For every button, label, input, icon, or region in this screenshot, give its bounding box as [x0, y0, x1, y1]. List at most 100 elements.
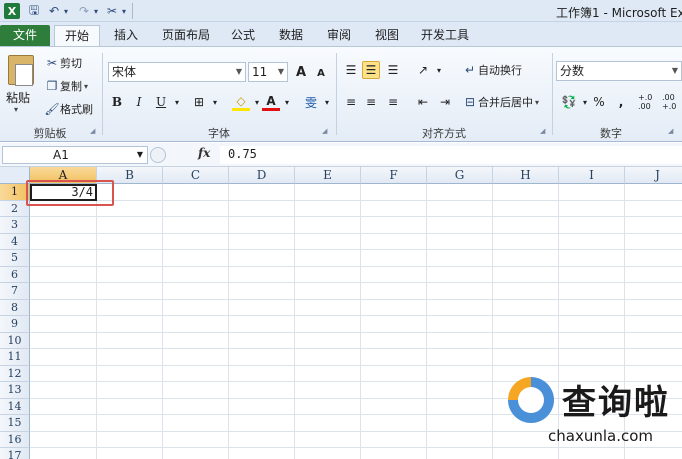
grow-font-button[interactable]: A	[292, 63, 310, 81]
undo-icon[interactable]: ↶	[46, 3, 62, 19]
chevron-down-icon: ▼	[235, 67, 242, 76]
align-right-icon[interactable]: ≡	[384, 93, 402, 111]
row-header-14[interactable]: 14	[0, 398, 30, 415]
font-size-value: 11	[252, 65, 268, 79]
row-header-17[interactable]: 17	[0, 448, 30, 459]
window-title: 工作簿1 - Microsoft Exc	[556, 6, 682, 20]
group-separator	[102, 53, 103, 135]
comma-button[interactable]: ,	[612, 93, 630, 111]
column-header-e[interactable]: E	[295, 167, 361, 184]
grid-hline	[30, 331, 682, 333]
row-header-12[interactable]: 12	[0, 365, 30, 382]
font-color-dropdown-icon[interactable]: ▾	[278, 93, 296, 111]
formula-input[interactable]: 0.75	[220, 146, 682, 164]
shrink-font-button[interactable]: A	[312, 64, 330, 82]
row-header-5[interactable]: 5	[0, 250, 30, 267]
quick-access-menu-icon[interactable]: ▾	[120, 3, 128, 19]
grid-hline	[30, 348, 682, 349]
italic-button[interactable]: I	[130, 93, 148, 111]
row-header-11[interactable]: 11	[0, 349, 30, 366]
merge-center-button[interactable]: ⊟ 合并后居中 ▾	[462, 94, 539, 110]
undo-dropdown-icon[interactable]: ▾	[62, 3, 70, 19]
tab-formulas[interactable]: 公式	[222, 25, 264, 46]
increase-decimal-button[interactable]: +.0 .00	[638, 93, 660, 111]
merge-dropdown-icon[interactable]: ▾	[535, 98, 539, 107]
tab-insert[interactable]: 插入	[104, 25, 148, 46]
redo-icon[interactable]: ↷	[76, 3, 92, 19]
row-header-6[interactable]: 6	[0, 266, 30, 283]
font-name-select[interactable]: 宋体 ▼	[108, 62, 246, 82]
quick-access-separator	[132, 3, 133, 19]
column-header-h[interactable]: H	[493, 167, 559, 184]
paste-dropdown-icon[interactable]: ▾	[14, 105, 18, 114]
bold-button[interactable]: B	[108, 93, 126, 111]
grid-hline	[30, 265, 682, 267]
column-header-f[interactable]: F	[361, 167, 427, 184]
clipboard-launcher-icon[interactable]: ◢	[90, 127, 98, 135]
column-header-j[interactable]: J	[625, 167, 682, 184]
font-launcher-icon[interactable]: ◢	[322, 127, 330, 135]
row-header-15[interactable]: 15	[0, 415, 30, 432]
format-painter-button[interactable]: 🖌 格式刷	[44, 101, 93, 117]
cut-button[interactable]: ✂ 剪切	[44, 55, 82, 71]
redo-dropdown-icon[interactable]: ▾	[92, 3, 100, 19]
row-header-8[interactable]: 8	[0, 299, 30, 316]
tab-developer[interactable]: 开发工具	[414, 25, 476, 46]
column-header-d[interactable]: D	[229, 167, 295, 184]
row-header-7[interactable]: 7	[0, 283, 30, 300]
font-name-value: 宋体	[112, 65, 137, 79]
increase-indent-icon[interactable]: ⇥	[436, 93, 454, 111]
percent-button[interactable]: %	[590, 93, 608, 111]
ribbon-tabs: 文件 开始 插入 页面布局 公式 数据 审阅 视图 开发工具	[0, 22, 682, 46]
cell-highlight-box	[26, 180, 114, 206]
underline-dropdown-icon[interactable]: ▾	[168, 93, 186, 111]
row-header-9[interactable]: 9	[0, 316, 30, 333]
font-size-select[interactable]: 11 ▼	[248, 62, 288, 82]
tab-data[interactable]: 数据	[270, 25, 312, 46]
tab-view[interactable]: 视图	[366, 25, 408, 46]
column-header-c[interactable]: C	[163, 167, 229, 184]
tab-page-layout[interactable]: 页面布局	[154, 25, 218, 46]
paste-icon[interactable]	[8, 55, 34, 86]
excel-logo-icon[interactable]: X	[4, 3, 20, 19]
tab-file[interactable]: 文件	[0, 25, 50, 46]
row-header-16[interactable]: 16	[0, 431, 30, 448]
paste-button[interactable]: 粘贴	[6, 89, 30, 106]
align-left-icon[interactable]: ≡	[342, 93, 360, 111]
align-center-icon[interactable]: ≡	[362, 93, 380, 111]
alignment-launcher-icon[interactable]: ◢	[540, 127, 548, 135]
row-header-3[interactable]: 3	[0, 217, 30, 234]
wrap-text-button[interactable]: ↵ 自动换行	[462, 62, 522, 78]
watermark-title: 查询啦	[562, 383, 670, 423]
customize-tool-icon[interactable]: ✂	[104, 3, 120, 19]
row-header-10[interactable]: 10	[0, 332, 30, 349]
copy-icon: ❐	[46, 79, 58, 93]
brush-icon: 🖌	[44, 102, 60, 116]
tab-review[interactable]: 审阅	[318, 25, 360, 46]
column-header-i[interactable]: I	[559, 167, 625, 184]
copy-button[interactable]: ❐ 复制 ▾	[44, 78, 88, 94]
row-header-13[interactable]: 13	[0, 382, 30, 399]
title-bar: X 🖫 ↶ ▾ ↷ ▾ ✂ ▾ 工作簿1 - Microsoft Exc	[0, 0, 682, 22]
number-format-select[interactable]: 分数 ▼	[556, 61, 682, 81]
align-top-icon[interactable]: ☰	[342, 61, 360, 79]
decrease-decimal-button[interactable]: .00 +.0	[662, 93, 682, 111]
align-bottom-icon[interactable]: ☰	[384, 61, 402, 79]
name-box[interactable]: A1 ▼	[2, 146, 148, 164]
save-icon[interactable]: 🖫	[26, 3, 42, 19]
row-header-4[interactable]: 4	[0, 233, 30, 250]
border-dropdown-icon[interactable]: ▾	[206, 93, 224, 111]
phonetic-dropdown-icon[interactable]: ▾	[318, 93, 336, 111]
insert-function-icon[interactable]: fx	[198, 146, 210, 160]
grid-vline	[426, 184, 427, 459]
grid-vline	[162, 184, 163, 459]
orientation-dropdown-icon[interactable]: ▾	[430, 61, 448, 79]
align-middle-icon[interactable]: ☰	[362, 61, 380, 79]
tab-home[interactable]: 开始	[54, 25, 100, 46]
formula-bar-handle-icon[interactable]	[150, 147, 166, 163]
number-launcher-icon[interactable]: ◢	[668, 127, 676, 135]
decrease-indent-icon[interactable]: ⇤	[414, 93, 432, 111]
column-header-g[interactable]: G	[427, 167, 493, 184]
copy-dropdown-icon[interactable]: ▾	[84, 82, 88, 91]
chevron-down-icon[interactable]: ▼	[137, 147, 143, 163]
